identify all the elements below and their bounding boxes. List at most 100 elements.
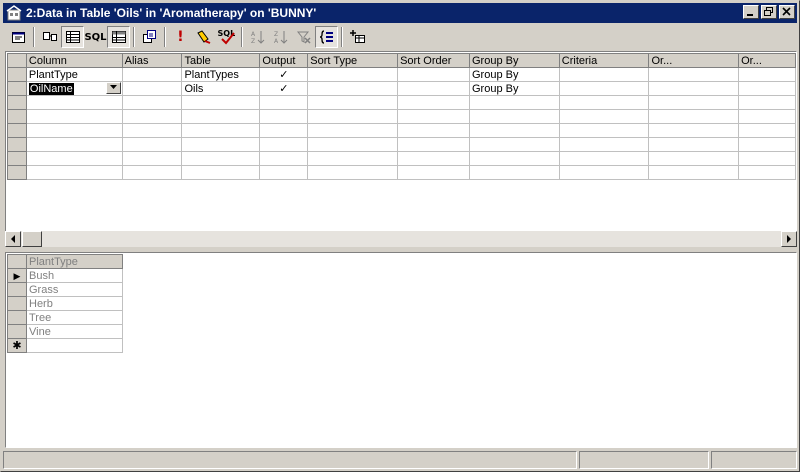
sort-descending-button[interactable]: Z A — [269, 26, 292, 48]
row-selector[interactable] — [7, 165, 27, 180]
alias-cell[interactable] — [121, 81, 183, 96]
table-cell[interactable]: PlantTypes — [181, 67, 261, 82]
planttype-cell[interactable]: Tree — [26, 310, 123, 325]
row-selector[interactable] — [7, 81, 27, 96]
grid-corner-cell[interactable] — [7, 53, 27, 68]
show-results-pane-button[interactable] — [107, 26, 130, 48]
show-grid-pane-icon — [65, 31, 80, 43]
column-header-sort-type[interactable]: Sort Type — [307, 53, 399, 68]
output-checkbox[interactable]: ✓ — [259, 67, 309, 82]
restore-button[interactable] — [761, 5, 777, 19]
horizontal-scrollbar[interactable] — [5, 231, 797, 247]
restore-icon — [764, 7, 773, 16]
column-header-group-by[interactable]: Group By — [468, 53, 560, 68]
sort-type-cell[interactable] — [307, 67, 399, 82]
arrow-left-icon — [11, 235, 15, 243]
row-selector[interactable] — [7, 310, 27, 325]
column-cell[interactable] — [25, 151, 123, 166]
column-cell[interactable] — [25, 123, 123, 138]
column-cell[interactable] — [25, 109, 123, 124]
properties-button[interactable] — [7, 26, 30, 48]
sort-order-cell[interactable] — [397, 81, 470, 96]
sort-order-cell[interactable] — [397, 67, 470, 82]
remove-filter-button[interactable] — [292, 26, 315, 48]
query-grid-pane[interactable]: Column Alias Table Output Sort Type Sort… — [5, 51, 797, 247]
show-diagram-pane-button[interactable] — [38, 26, 61, 48]
scroll-right-button[interactable] — [781, 231, 797, 247]
planttype-cell[interactable]: Bush — [26, 268, 123, 283]
row-selector[interactable] — [7, 109, 27, 124]
column-cell[interactable]: PlantType — [25, 67, 123, 82]
current-row-indicator[interactable]: ▶ — [7, 268, 27, 283]
column-cell[interactable] — [25, 165, 123, 180]
row-selector[interactable] — [7, 67, 27, 82]
sort-ascending-button[interactable]: A Z — [246, 26, 269, 48]
planttype-cell[interactable]: Vine — [26, 324, 123, 339]
or-cell[interactable] — [648, 67, 740, 82]
verify-sql-button[interactable]: SQL — [215, 26, 238, 48]
grid-corner-cell[interactable] — [7, 254, 27, 269]
query-window-icon[interactable] — [6, 5, 22, 21]
or-cell[interactable] — [648, 81, 740, 96]
column-cell[interactable] — [25, 137, 123, 152]
column-cell-active[interactable]: OilName — [25, 81, 123, 96]
new-row-indicator[interactable]: ✱ — [7, 338, 27, 353]
column-header-criteria[interactable]: Criteria — [558, 53, 650, 68]
row-selector[interactable] — [7, 282, 27, 297]
sort-type-cell[interactable] — [307, 81, 399, 96]
toolbar-separator — [164, 27, 166, 47]
row-selector[interactable] — [7, 95, 27, 110]
column-header-sort-order[interactable]: Sort Order — [397, 53, 470, 68]
row-selector[interactable] — [7, 123, 27, 138]
group-by-button[interactable] — [315, 26, 338, 48]
column-header-or-1[interactable]: Or... — [648, 53, 740, 68]
group-by-cell[interactable]: Group By — [468, 81, 560, 96]
table-row: Tree — [7, 310, 123, 325]
column-dropdown-button[interactable] — [105, 82, 121, 94]
run-button[interactable]: ! — [169, 26, 192, 48]
or-cell[interactable] — [738, 81, 796, 96]
show-sql-pane-button[interactable]: SQL — [84, 26, 107, 48]
criteria-cell[interactable] — [558, 67, 650, 82]
status-panel-3 — [711, 451, 797, 469]
table-row: ▶ Bush — [7, 268, 123, 283]
minimize-button[interactable] — [743, 5, 759, 19]
results-pane[interactable]: PlantType ▶ Bush Grass Herb Tree Vine ✱ — [5, 252, 797, 448]
criteria-cell[interactable] — [558, 81, 650, 96]
column-cell-value[interactable]: OilName — [28, 82, 74, 95]
planttype-cell[interactable] — [26, 338, 123, 353]
scroll-left-button[interactable] — [5, 231, 21, 247]
column-header-output[interactable]: Output — [259, 53, 309, 68]
close-button[interactable] — [779, 5, 795, 19]
row-selector[interactable] — [7, 296, 27, 311]
change-query-type-icon — [142, 30, 156, 43]
add-table-button[interactable] — [346, 26, 369, 48]
row-selector[interactable] — [7, 137, 27, 152]
planttype-cell[interactable]: Grass — [26, 282, 123, 297]
column-header-planttype[interactable]: PlantType — [26, 254, 123, 269]
alias-cell[interactable] — [121, 67, 183, 82]
table-row: Grass — [7, 282, 123, 297]
change-query-type-button[interactable] — [138, 26, 161, 48]
row-selector[interactable] — [7, 324, 27, 339]
title-bar[interactable]: 2:Data in Table 'Oils' in 'Aromatherapy'… — [3, 3, 797, 23]
empty-row — [7, 165, 796, 180]
column-header-table[interactable]: Table — [181, 53, 261, 68]
scroll-thumb[interactable] — [22, 231, 42, 247]
show-grid-pane-button[interactable] — [61, 26, 84, 48]
output-checkbox[interactable]: ✓ — [259, 81, 309, 96]
empty-row — [7, 95, 796, 110]
or-cell[interactable] — [738, 67, 796, 82]
column-header-column[interactable]: Column — [25, 53, 123, 68]
planttype-cell[interactable]: Herb — [26, 296, 123, 311]
group-by-cell[interactable]: Group By — [468, 67, 560, 82]
toolbar-separator — [241, 27, 243, 47]
table-cell[interactable]: Oils — [181, 81, 261, 96]
clear-results-button[interactable] — [192, 26, 215, 48]
column-cell[interactable] — [25, 95, 123, 110]
row-selector[interactable] — [7, 151, 27, 166]
run-icon: ! — [177, 29, 184, 45]
status-panel-main — [3, 451, 577, 469]
column-header-or-2[interactable]: Or... — [738, 53, 796, 68]
column-header-alias[interactable]: Alias — [121, 53, 183, 68]
